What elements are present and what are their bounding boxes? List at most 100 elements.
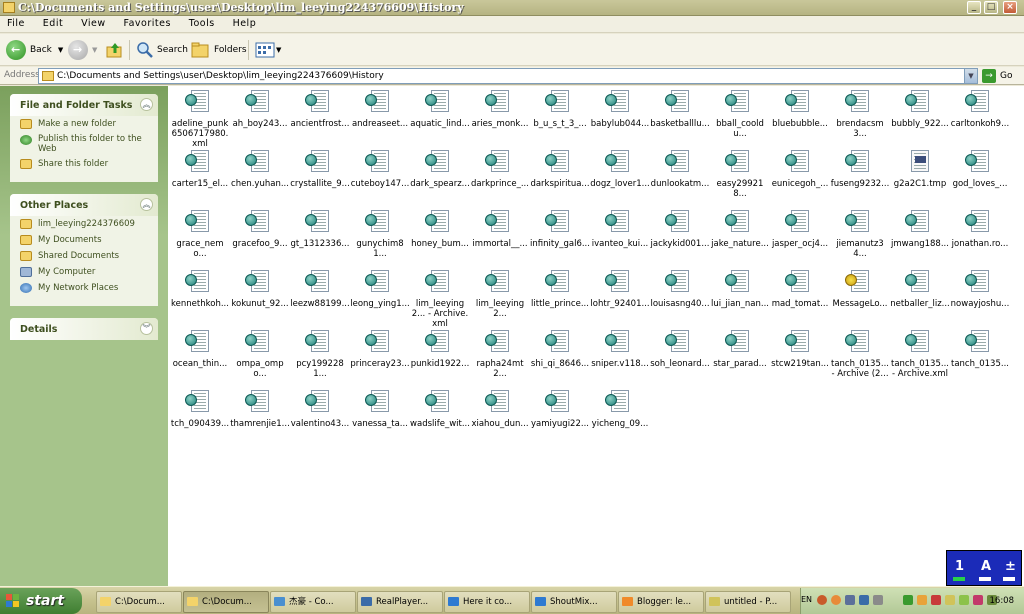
expand-icon[interactable]: ︾: [140, 322, 153, 335]
file-item[interactable]: tanch_0135... - Archive.xml: [890, 328, 950, 388]
messenger-tray-icon[interactable]: [903, 595, 913, 605]
file-item[interactable]: adeline_punk6506717980.xml: [170, 88, 230, 149]
file-item[interactable]: mad_tomat...: [770, 268, 830, 328]
file-item[interactable]: g2a2C1.tmp: [890, 148, 950, 208]
file-item[interactable]: stcw219tan...: [770, 328, 830, 388]
publish-web-link[interactable]: Publish this folder to the Web: [10, 132, 158, 156]
file-item[interactable]: b_u_s_t_3_...: [530, 88, 590, 148]
file-item[interactable]: andreaseet...: [350, 88, 410, 148]
file-item[interactable]: infinity_gal6...: [530, 208, 590, 268]
menu-edit[interactable]: Edit: [43, 16, 63, 32]
address-input[interactable]: C:\Documents and Settings\user\Desktop\l…: [38, 68, 978, 84]
language-indicator[interactable]: EN: [801, 595, 812, 604]
file-item[interactable]: valentino43...: [290, 388, 350, 448]
views-button[interactable]: ▼: [255, 40, 281, 60]
up-folder-button[interactable]: [106, 40, 124, 60]
file-item[interactable]: yamiyugi22...: [530, 388, 590, 448]
menu-help[interactable]: Help: [233, 16, 257, 32]
file-item[interactable]: grace_nemo...: [170, 208, 230, 268]
file-item[interactable]: little_prince...: [530, 268, 590, 328]
file-item[interactable]: darkprince_...: [470, 148, 530, 208]
file-item[interactable]: brendacsm3...: [830, 88, 890, 148]
file-item[interactable]: jmwang188...: [890, 208, 950, 268]
file-item[interactable]: gunychim81...: [350, 208, 410, 268]
file-item[interactable]: lim_leeying2... - Archive.xml: [410, 268, 470, 329]
menu-file[interactable]: File: [7, 16, 25, 32]
file-item[interactable]: gt_1312336...: [290, 208, 350, 268]
chevron-down-icon[interactable]: ▼: [964, 69, 977, 83]
ime-download-icon[interactable]: ±: [1005, 559, 1016, 574]
collapse-icon[interactable]: ︽: [140, 98, 153, 111]
file-item[interactable]: jasper_ocj4...: [770, 208, 830, 268]
taskbar-button[interactable]: Blogger: le...: [618, 591, 704, 613]
menu-favorites[interactable]: Favorites: [123, 16, 170, 32]
ime-mode[interactable]: 1: [955, 559, 964, 574]
taskbar-button[interactable]: Here it co...: [444, 591, 530, 613]
file-item[interactable]: dunlookatm...: [650, 148, 710, 208]
maximize-button[interactable]: □: [984, 1, 998, 14]
volume-tray-icon[interactable]: [859, 595, 869, 605]
panel-header[interactable]: File and Folder Tasks ︽: [10, 94, 158, 116]
file-item[interactable]: fuseng9232...: [830, 148, 890, 208]
file-item[interactable]: xiahou_dun...: [470, 388, 530, 448]
file-item[interactable]: star_parad...: [710, 328, 770, 388]
file-item[interactable]: leong_ying1...: [350, 268, 410, 328]
search-button[interactable]: Search: [136, 40, 188, 60]
file-item[interactable]: yicheng_09...: [590, 388, 650, 448]
taskbar-button[interactable]: ShoutMix...: [531, 591, 617, 613]
file-item[interactable]: darkspiritua...: [530, 148, 590, 208]
taskbar-button[interactable]: 杰豪 - Co...: [270, 591, 356, 613]
file-item[interactable]: honey_bum...: [410, 208, 470, 268]
file-item[interactable]: dogz_lover1...: [590, 148, 650, 208]
file-item[interactable]: vanessa_ta...: [350, 388, 410, 448]
file-item[interactable]: kennethkoh...: [170, 268, 230, 328]
go-button[interactable]: → Go: [982, 68, 1012, 84]
start-button[interactable]: start: [0, 588, 82, 614]
file-item[interactable]: thamrenjie1...: [230, 388, 290, 448]
place-my-network[interactable]: My Network Places: [10, 280, 158, 296]
shield-tray-icon[interactable]: [945, 595, 955, 605]
file-item[interactable]: lohtr_92401...: [590, 268, 650, 328]
close-button[interactable]: ×: [1003, 1, 1017, 14]
file-item[interactable]: crystallite_9...: [290, 148, 350, 208]
file-item[interactable]: princeray23...: [350, 328, 410, 388]
file-item[interactable]: bubbly_922...: [890, 88, 950, 148]
file-item[interactable]: ah_boy243...: [230, 88, 290, 148]
file-item[interactable]: bball_cooldu...: [710, 88, 770, 148]
file-item[interactable]: chen.yuhan...: [230, 148, 290, 208]
file-item[interactable]: aries_monk...: [470, 88, 530, 148]
file-item[interactable]: tanch_0135... - Archive (2...: [830, 328, 890, 388]
file-item[interactable]: carter15_el...: [170, 148, 230, 208]
make-new-folder-link[interactable]: Make a new folder: [10, 116, 158, 132]
file-item[interactable]: shi_qi_8646...: [530, 328, 590, 388]
file-item[interactable]: jake_nature...: [710, 208, 770, 268]
update-tray-icon[interactable]: [973, 595, 983, 605]
file-item[interactable]: gracefoo_9...: [230, 208, 290, 268]
file-item[interactable]: lim_leeying2...: [470, 268, 530, 328]
file-item[interactable]: ocean_thin...: [170, 328, 230, 388]
file-item[interactable]: louisasng40...: [650, 268, 710, 328]
file-item[interactable]: jiemanutz34...: [830, 208, 890, 268]
place-shared-documents[interactable]: Shared Documents: [10, 248, 158, 264]
file-item[interactable]: rapha24mt2...: [470, 328, 530, 388]
file-item[interactable]: dark_spearz...: [410, 148, 470, 208]
network-tray-icon[interactable]: [845, 595, 855, 605]
file-item[interactable]: jackykid001...: [650, 208, 710, 268]
file-item[interactable]: MessageLo...: [830, 268, 890, 328]
back-tray-icon[interactable]: [817, 595, 827, 605]
place-my-documents[interactable]: My Documents: [10, 232, 158, 248]
taskbar-button[interactable]: C:\Docum...: [183, 591, 269, 613]
file-item[interactable]: tch_090439...: [170, 388, 230, 448]
minimize-button[interactable]: _: [967, 1, 981, 14]
user-tray-icon[interactable]: [917, 595, 927, 605]
menu-view[interactable]: View: [81, 16, 106, 32]
file-item[interactable]: ompa_ompo...: [230, 328, 290, 388]
panel-header[interactable]: Other Places ︽: [10, 194, 158, 216]
file-item[interactable]: soh_leonard...: [650, 328, 710, 388]
file-item[interactable]: cuteboy147...: [350, 148, 410, 208]
media-tray-icon[interactable]: [831, 595, 841, 605]
file-item[interactable]: eunicegoh_...: [770, 148, 830, 208]
file-item[interactable]: lui_jian_nan...: [710, 268, 770, 328]
place-parent-folder[interactable]: lim_leeying224376609: [10, 216, 158, 232]
file-item[interactable]: jonathan.ro...: [950, 208, 1010, 268]
